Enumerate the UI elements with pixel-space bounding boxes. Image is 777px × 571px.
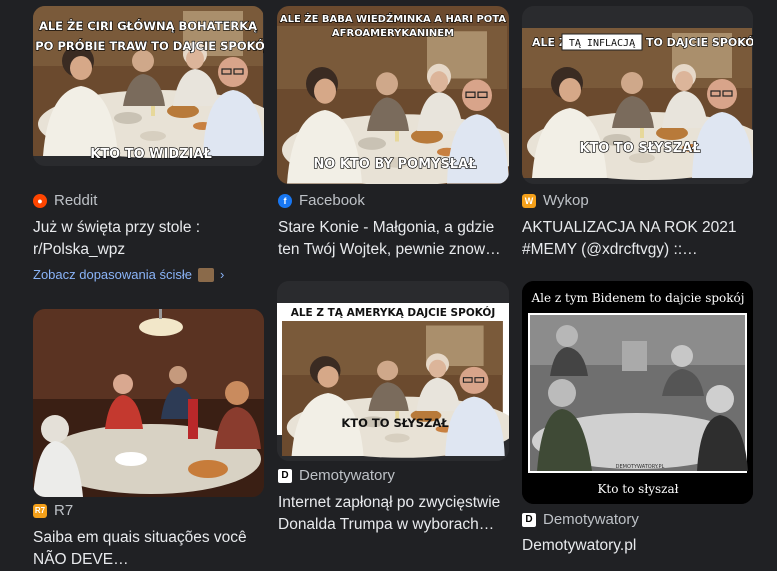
result-source[interactable]: W Wykop [522, 192, 589, 209]
meme-image: ALE ŻE CIRI GŁÓWNĄ BOHATERKĄ I PO PRÓBIE… [33, 6, 264, 163]
photo-image [33, 309, 264, 497]
meme-top-caption-2: AFROAMERYKANINEM [332, 28, 454, 39]
meme-bottom-caption: KTO TO SŁYSZAŁ [579, 141, 700, 156]
result-thumbnail[interactable] [33, 309, 264, 497]
source-name: R7 [54, 502, 74, 519]
result-thumbnail[interactable]: ALE Z TĄ INFLACJĄ TO DAJCIE SPOKÓJ KTO T… [522, 6, 753, 184]
result-thumbnail[interactable]: Ale z tym Bidenem to dajcie spokój DEMOT… [522, 281, 753, 504]
meme-image: Ale z tym Bidenem to dajcie spokój DEMOT… [522, 281, 753, 504]
meme-bottom-caption: KTO TO SŁYSZAŁ [341, 416, 449, 430]
meme-top-caption: ALE Z TĄ AMERYKĄ DAJCIE SPOKÓJ [291, 306, 496, 319]
result-thumbnail[interactable]: ALE ŻE CIRI GŁÓWNĄ BOHATERKĄ I PO PRÓBIE… [33, 6, 264, 166]
meme-bottom-caption: Kto to słyszał [597, 482, 678, 496]
meme-image: ALE Z TĄ INFLACJĄ TO DAJCIE SPOKÓJ KTO T… [522, 6, 753, 184]
result-thumbnail[interactable]: ALE ŻE BABA WIEDŹMINKA A HARI POTA AFROA… [277, 6, 509, 184]
meme-top-caption-1: ALE ŻE BABA WIEDŹMINKA A HARI POTA [280, 11, 506, 25]
source-name: Reddit [54, 192, 98, 209]
meme-top-caption-b: TO DAJCIE SPOKÓJ [646, 36, 753, 49]
result-title[interactable]: Internet zapłonął po zwycięstwie Donalda… [278, 492, 508, 536]
thumbnail-preview-icon [197, 267, 214, 282]
source-name: Demotywatory [543, 511, 639, 528]
result-source[interactable]: D Demotywatory [278, 467, 395, 484]
result-title[interactable]: Stare Konie - Małgonia, a gdzie ten Twój… [278, 217, 508, 261]
meme-image: ALE Z TĄ AMERYKĄ DAJCIE SPOKÓJ KTO TO SŁ… [277, 281, 509, 461]
exact-matches-label: Zobacz dopasowania ścisłe [33, 267, 192, 282]
result-title[interactable]: AKTUALIZACJA NA ROK 2021 #MEMY (@xdrcftv… [522, 217, 754, 261]
wykop-icon: W [522, 193, 536, 208]
result-source[interactable]: D Demotywatory [522, 511, 639, 528]
reddit-icon: ● [33, 193, 47, 208]
exact-matches-link[interactable]: Zobacz dopasowania ścisłe › [33, 267, 224, 282]
chevron-right-icon: › [219, 267, 225, 282]
watermark: DEMOTYWATORY.PL [616, 464, 665, 470]
meme-image: ALE ŻE BABA WIEDŹMINKA A HARI POTA AFROA… [277, 6, 509, 184]
demotywatory-icon: D [522, 512, 536, 527]
r7-icon: R7 [33, 503, 47, 518]
source-name: Wykop [543, 192, 589, 209]
result-source[interactable]: R7 R7 [33, 502, 73, 519]
meme-bottom-caption: NO KTO BY POMYSŁAŁ [313, 157, 476, 172]
demotywatory-icon: D [278, 468, 292, 483]
meme-top-caption-1: ALE ŻE CIRI GŁÓWNĄ BOHATERKĄ [39, 18, 257, 33]
result-title[interactable]: Demotywatory.pl [522, 535, 752, 557]
meme-top-caption-2: I PO PRÓBIE TRAW TO DAJCIE SPOKÓJ [33, 38, 264, 53]
result-title[interactable]: Saiba em quais situações você NÃO DEVE… [33, 527, 263, 571]
result-source[interactable]: f Facebook [278, 192, 365, 209]
result-source[interactable]: ● Reddit [33, 192, 97, 209]
facebook-icon: f [278, 193, 292, 208]
meme-top-caption: Ale z tym Bidenem to dajcie spokój [531, 291, 745, 305]
result-thumbnail[interactable]: ALE Z TĄ AMERYKĄ DAJCIE SPOKÓJ KTO TO SŁ… [277, 281, 509, 461]
meme-top-caption-box: TĄ INFLACJĄ [569, 38, 636, 49]
meme-bottom-caption: KTO TO WIDZIAŁ [90, 147, 212, 162]
source-name: Demotywatory [299, 467, 395, 484]
result-title[interactable]: Już w święta przy stole : r/Polska_wpz [33, 217, 263, 261]
source-name: Facebook [299, 192, 365, 209]
